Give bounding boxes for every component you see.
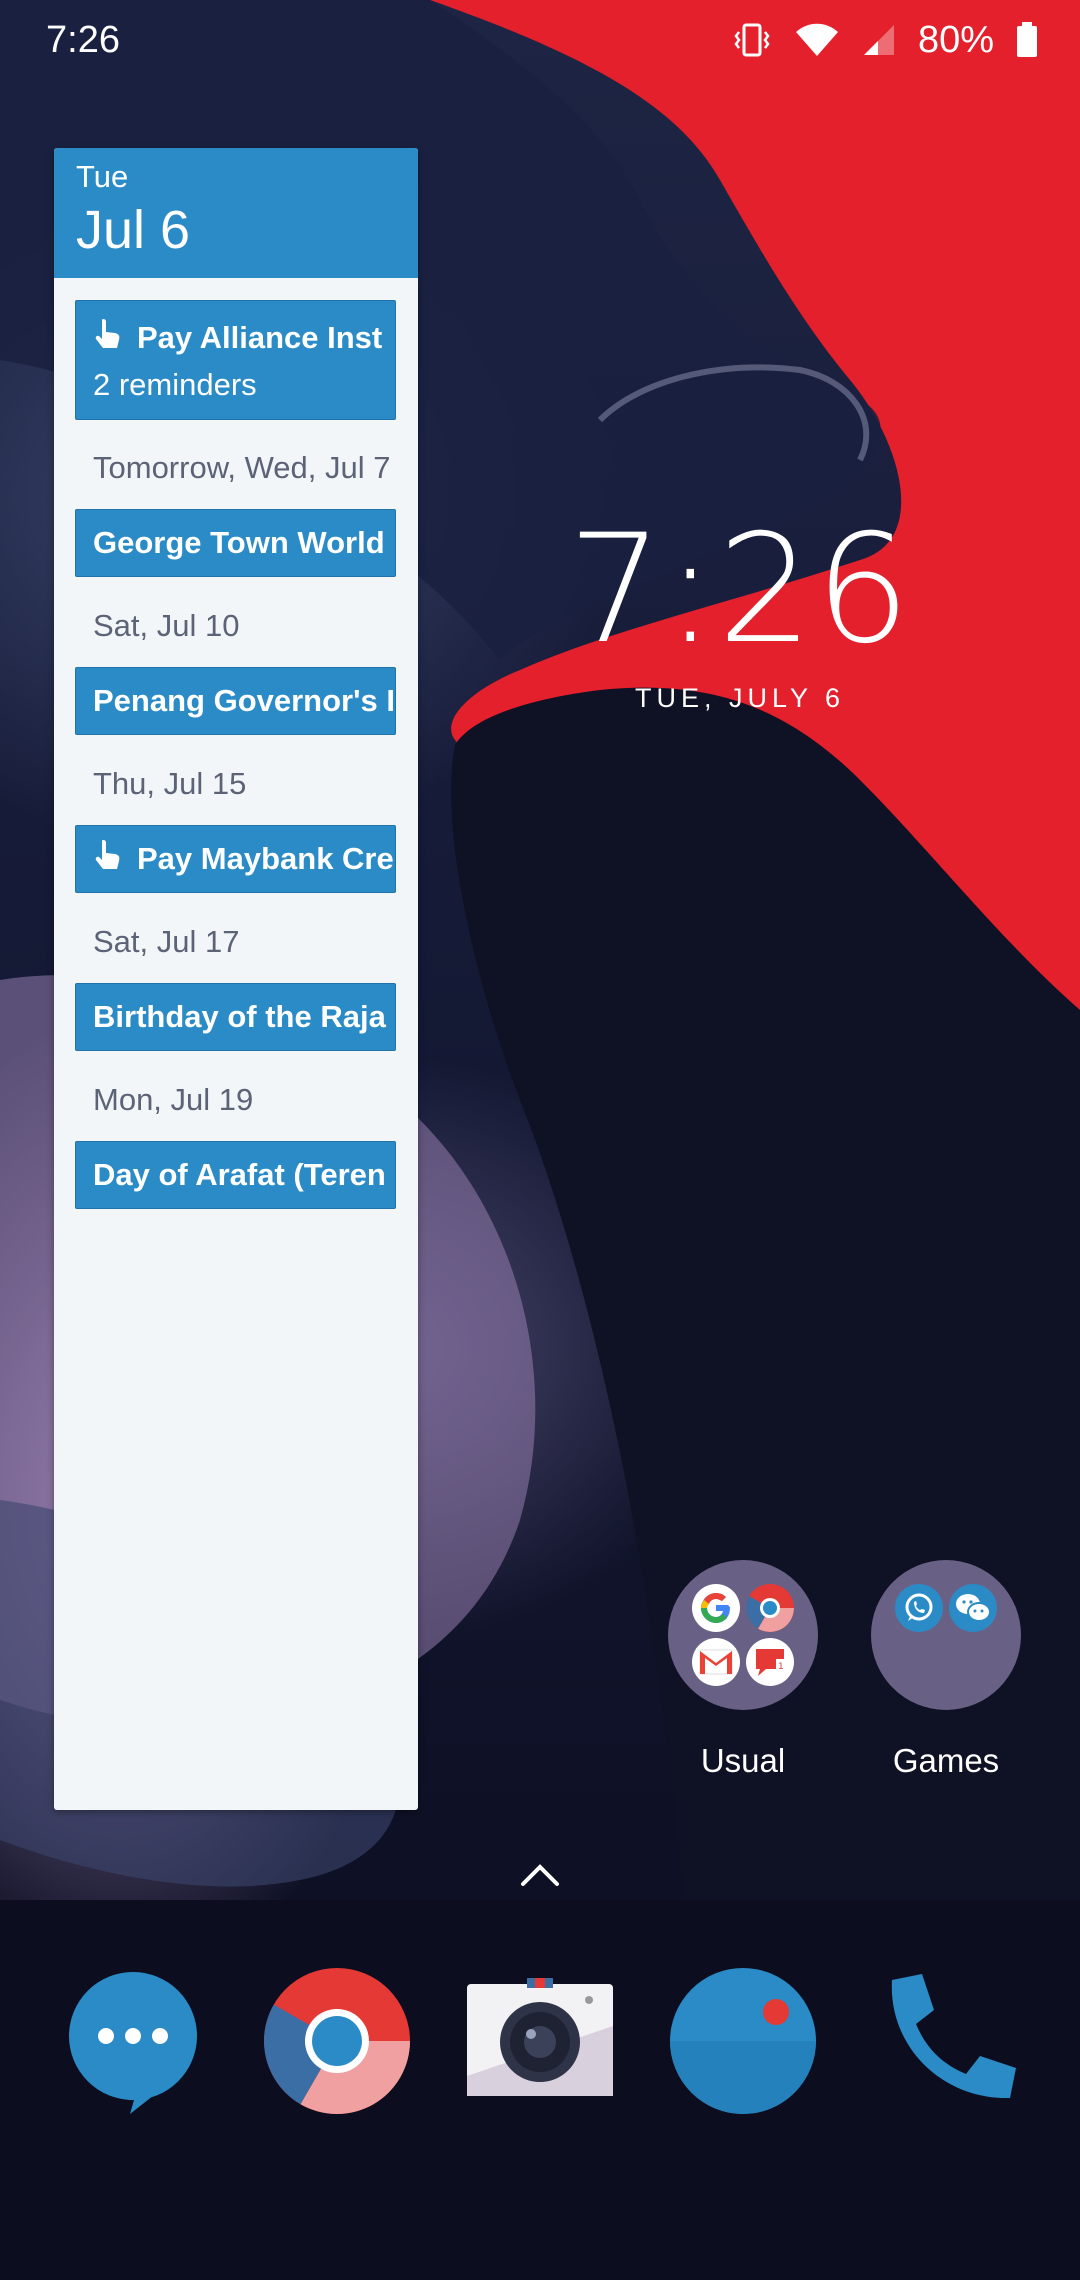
status-bar: 7:26 80% (0, 0, 1080, 80)
messages-icon: 1 (746, 1638, 794, 1686)
folder-label: Usual (700, 1742, 786, 1779)
status-time: 7:26 (46, 18, 120, 61)
event-title: Birthday of the Raja (93, 999, 386, 1034)
event-subtitle: 2 reminders (93, 367, 257, 402)
google-icon (692, 1584, 740, 1632)
chevron-up-icon[interactable] (519, 1860, 561, 1888)
clock-widget[interactable]: 7:26 TUE, JULY 6 (560, 515, 920, 714)
reminder-hand-icon (93, 317, 123, 359)
calendar-day-label: Sat, Jul 17 (93, 924, 240, 959)
clock-time: 7:26 (567, 503, 913, 677)
reminder-hand-icon (93, 838, 123, 880)
calendar-day-label: Thu, Jul 15 (93, 766, 247, 801)
folder-icon[interactable]: 1 (668, 1560, 818, 1710)
battery-percent: 80% (917, 18, 994, 61)
calendar-weekday: Tue (76, 159, 129, 194)
status-icons: 80% (732, 19, 1038, 62)
chrome-icon (746, 1584, 794, 1632)
calendar-event[interactable]: Pay Alliance Inst 2 reminders (75, 300, 396, 420)
calendar-event[interactable]: Pay Maybank Cre (75, 825, 396, 893)
event-title: George Town World (93, 525, 385, 560)
calendar-event[interactable]: Birthday of the Raja (75, 983, 396, 1051)
event-title: Penang Governor's I (93, 683, 395, 718)
event-title: Day of Arafat (Teren (93, 1157, 386, 1192)
gmail-icon (692, 1638, 740, 1686)
camera-app-icon[interactable] (465, 1966, 615, 2116)
event-title: Pay Maybank Cre (137, 841, 394, 876)
messages-app-icon[interactable] (58, 1966, 208, 2116)
folder-icon[interactable] (871, 1560, 1021, 1710)
calendar-event[interactable]: Penang Governor's I (75, 667, 396, 735)
event-title: Pay Alliance Inst (137, 320, 383, 355)
calendar-date: Jul 6 (76, 200, 191, 261)
wechat-icon (949, 1584, 997, 1632)
folder-usual[interactable]: 1 Usual (668, 1560, 818, 1780)
wifi-icon (794, 22, 840, 58)
calendar-day-label: Tomorrow, Wed, Jul 7 (93, 450, 391, 485)
battery-icon (1016, 22, 1038, 58)
whatsapp-icon (895, 1584, 943, 1632)
calendar-day-label: Sat, Jul 10 (93, 608, 240, 643)
folder-games[interactable]: Games (871, 1560, 1021, 1780)
phone-app-icon[interactable] (872, 1966, 1022, 2116)
calendar-event[interactable]: George Town World (75, 509, 396, 577)
svg-text:1: 1 (778, 1662, 784, 1672)
assistant-app-icon[interactable] (668, 1966, 818, 2116)
calendar-widget[interactable]: Tue Jul 6 Pay Alliance Inst 2 reminders … (54, 148, 418, 1810)
calendar-day-label: Mon, Jul 19 (93, 1082, 254, 1117)
vibrate-icon (732, 22, 772, 58)
calendar-header[interactable]: Tue Jul 6 (54, 148, 418, 278)
calendar-event[interactable]: Day of Arafat (Teren (75, 1141, 396, 1209)
clock-date: TUE, JULY 6 (634, 683, 846, 713)
signal-icon (862, 23, 896, 57)
folder-label: Games (892, 1742, 1000, 1779)
chrome-app-icon[interactable] (262, 1966, 412, 2116)
